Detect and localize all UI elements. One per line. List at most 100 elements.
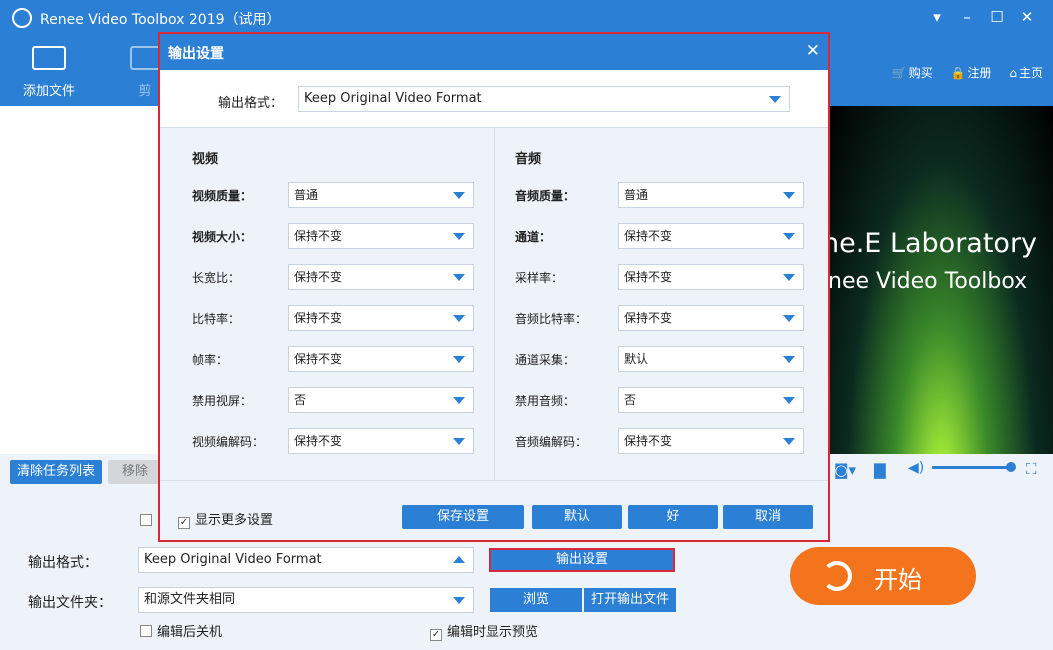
- output-folder-select[interactable]: 和源文件夹相同: [138, 587, 474, 613]
- audio-field-label: 音频质量：: [515, 189, 576, 203]
- output-format-select[interactable]: Keep Original Video Format: [138, 547, 474, 573]
- maximize-button[interactable]: ☐: [986, 6, 1008, 28]
- output-format-value: Keep Original Video Format: [144, 552, 322, 567]
- minimize-button[interactable]: –: [956, 6, 978, 28]
- video-field-label: 长宽比：: [192, 271, 241, 285]
- audio-field-value: 否: [624, 393, 637, 407]
- close-button[interactable]: ✕: [1016, 6, 1038, 28]
- audio-field-select[interactable]: 默认: [618, 346, 804, 372]
- audio-field-label: 采样率：: [515, 271, 564, 285]
- video-field-select[interactable]: 保持不变: [288, 223, 474, 249]
- dialog-format-label: 输出格式：: [218, 96, 284, 111]
- audio-field-value: 默认: [624, 352, 649, 366]
- menu-dropdown-icon[interactable]: ▾: [926, 6, 948, 28]
- output-settings-button[interactable]: 输出设置: [489, 548, 675, 572]
- video-field-label: 视频质量：: [192, 189, 253, 203]
- volume-slider[interactable]: [932, 462, 1016, 472]
- volume-icon[interactable]: ◀): [908, 460, 924, 476]
- chevron-down-icon: [783, 315, 795, 322]
- chevron-down-icon: [783, 274, 795, 281]
- start-button[interactable]: 开始: [790, 547, 976, 605]
- show-more-settings-checkbox[interactable]: ✓ 显示更多设置: [178, 509, 273, 529]
- hidden-checkbox[interactable]: [140, 514, 157, 529]
- audio-field-value: 保持不变: [624, 229, 673, 243]
- file-list[interactable]: [0, 106, 160, 454]
- video-field-select[interactable]: 保持不变: [288, 428, 474, 454]
- top-links: 🛒 购买 🔒 注册 ⌂ 主页: [878, 64, 1043, 81]
- register-link[interactable]: 注册: [968, 66, 992, 80]
- dialog-close-icon[interactable]: ✕: [806, 41, 820, 61]
- dialog-format-select[interactable]: Keep Original Video Format: [298, 86, 790, 112]
- audio-field-value: 保持不变: [624, 311, 673, 325]
- video-field-label: 帧率：: [192, 353, 229, 367]
- video-field-select[interactable]: 普通: [288, 182, 474, 208]
- home-link[interactable]: 主页: [1019, 66, 1043, 80]
- audio-heading: 音频: [515, 152, 542, 167]
- video-field-value: 保持不变: [294, 434, 343, 448]
- dialog-body: 输出格式： Keep Original Video Format 视频 视频质量…: [160, 70, 828, 540]
- dialog-header: 输出设置 ✕: [160, 34, 828, 70]
- cut-label: 剪: [138, 84, 152, 99]
- video-field-label: 视频大小：: [192, 230, 253, 244]
- audio-field-label: 通道：: [515, 230, 552, 244]
- video-preview: ne.E Laboratory nee Video Toolbox: [830, 106, 1053, 454]
- video-field-select[interactable]: 保持不变: [288, 346, 474, 372]
- audio-field-label: 音频比特率：: [515, 312, 588, 326]
- audio-field-select[interactable]: 普通: [618, 182, 804, 208]
- save-settings-button[interactable]: 保存设置: [402, 505, 524, 529]
- ok-button[interactable]: 好: [628, 505, 718, 529]
- dialog-format-value: Keep Original Video Format: [304, 91, 482, 106]
- cancel-button[interactable]: 取消: [723, 505, 813, 529]
- browse-button[interactable]: 浏览: [490, 588, 582, 612]
- scissors-icon: [130, 46, 160, 70]
- audio-field-select[interactable]: 保持不变: [618, 305, 804, 331]
- chevron-down-icon: [783, 356, 795, 363]
- video-field-select[interactable]: 否: [288, 387, 474, 413]
- video-field-value: 否: [294, 393, 307, 407]
- show-preview-checkbox[interactable]: ✓ 编辑时显示预览: [430, 621, 538, 641]
- video-field-label: 比特率：: [192, 312, 241, 326]
- buy-link[interactable]: 购买: [909, 66, 933, 80]
- chevron-down-icon: [453, 233, 465, 240]
- video-panel: 视频 视频质量： 普通 视频大小： 保持不变 长宽比： 保持不变 比特率： 保持不变 帧率： 保持…: [160, 128, 494, 480]
- chevron-down-icon: [783, 438, 795, 445]
- audio-field-select[interactable]: 否: [618, 387, 804, 413]
- video-field-select[interactable]: 保持不变: [288, 264, 474, 290]
- output-folder-label: 输出文件夹：: [28, 595, 112, 611]
- audio-field-select[interactable]: 保持不变: [618, 428, 804, 454]
- cart-icon: 🛒: [891, 66, 907, 80]
- chevron-up-icon: [453, 556, 465, 563]
- audio-field-label: 禁用音频：: [515, 394, 576, 408]
- audio-field-select[interactable]: 保持不变: [618, 264, 804, 290]
- preview-line-2: nee Video Toolbox: [830, 269, 1028, 294]
- chevron-down-icon: [783, 233, 795, 240]
- clear-task-list-button[interactable]: 清除任务列表: [10, 460, 102, 484]
- add-file-button[interactable]: 添加文件: [18, 46, 80, 99]
- chevron-down-icon: [453, 397, 465, 404]
- audio-panel: 音频 音频质量： 普通 通道： 保持不变 采样率： 保持不变 音频比特率： 保持不变 通道采集：…: [495, 128, 828, 480]
- lock-icon: 🔒: [950, 66, 966, 80]
- title-bar: Renee Video Toolbox 2019（试用） ▾ – ☐ ✕: [0, 0, 1053, 36]
- audio-field-select[interactable]: 保持不变: [618, 223, 804, 249]
- folder-icon[interactable]: ▇: [874, 461, 886, 479]
- open-output-folder-button[interactable]: 打开输出文件: [584, 588, 676, 612]
- audio-field-value: 保持不变: [624, 434, 673, 448]
- chevron-down-icon: [453, 274, 465, 281]
- app-logo-icon: [12, 8, 32, 28]
- chevron-down-icon: [453, 597, 465, 604]
- fullscreen-icon[interactable]: ⛶: [1026, 460, 1037, 478]
- output-format-label: 输出格式：: [28, 555, 98, 571]
- chevron-down-icon: [453, 356, 465, 363]
- camera-icon[interactable]: ◙▾: [834, 461, 856, 479]
- default-button[interactable]: 默认: [532, 505, 622, 529]
- chevron-down-icon: [453, 192, 465, 199]
- video-heading: 视频: [192, 152, 219, 167]
- refresh-icon: [822, 561, 852, 591]
- audio-field-label: 通道采集：: [515, 353, 576, 367]
- video-field-select[interactable]: 保持不变: [288, 305, 474, 331]
- shutdown-after-checkbox[interactable]: 编辑后关机: [140, 621, 222, 640]
- format-row: 输出格式： Keep Original Video Format: [160, 70, 828, 128]
- output-settings-dialog: 输出设置 ✕ 输出格式： Keep Original Video Format …: [158, 32, 830, 542]
- cut-button[interactable]: 剪: [130, 46, 160, 99]
- video-field-value: 普通: [294, 188, 319, 202]
